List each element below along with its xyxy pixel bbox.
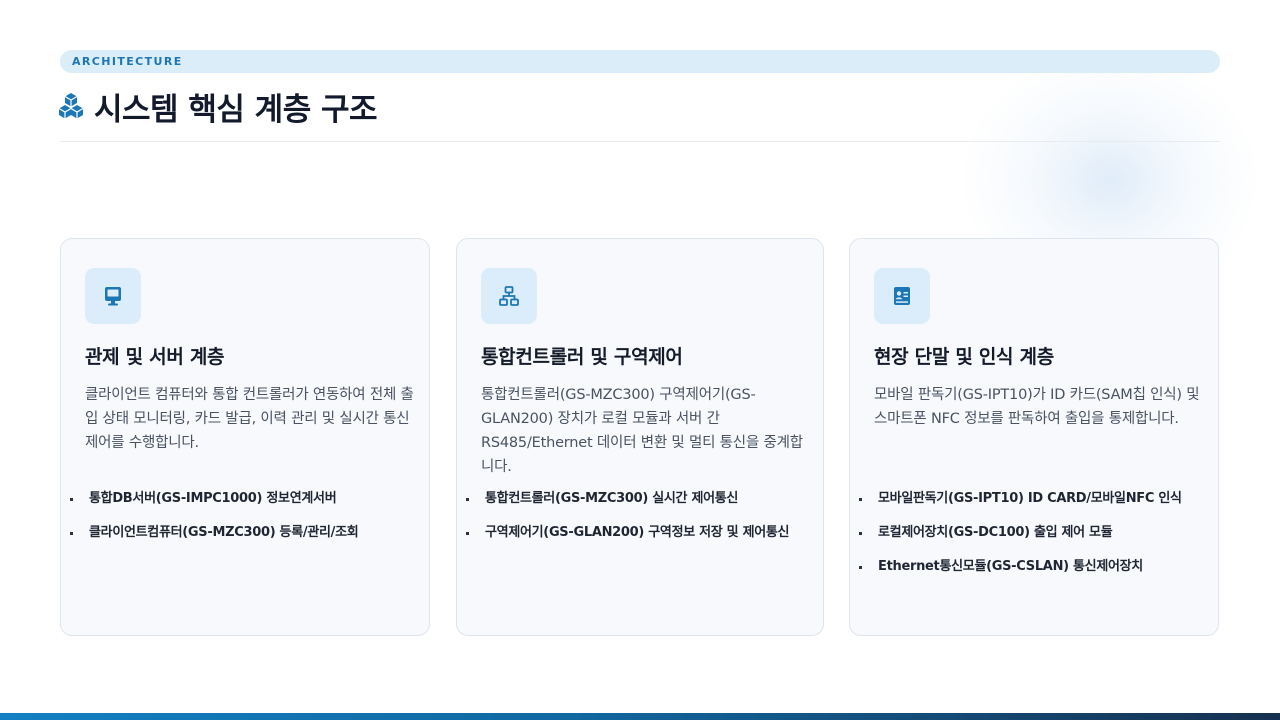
card-description: 클라이언트 컴퓨터와 통합 컨트롤러가 연동하여 전체 출입 상태 모니터링, … <box>85 387 414 451</box>
network-icon <box>499 286 519 306</box>
card-title: 통합컨트롤러 및 구역제어 <box>481 346 683 368</box>
bullet-list: 모바일판독기(GS-IPT10) ID CARD/모바일NFC 인식 로컬제어장… <box>858 487 1182 589</box>
id-card-icon <box>894 287 910 305</box>
bottom-accent-bar <box>0 713 1280 720</box>
bullet-list: 통합컨트롤러(GS-MZC300) 실시간 제어통신 구역제어기(GS-GLAN… <box>465 487 790 555</box>
list-item: 구역제어기(GS-GLAN200) 구역정보 저장 및 제어통신 <box>465 521 790 555</box>
card-description: 통합컨트롤러(GS-MZC300) 구역제어기(GS-GLAN200) 장치가 … <box>481 387 803 475</box>
list-item: 로컬제어장치(GS-DC100) 출입 제어 모듈 <box>858 521 1182 555</box>
cubes-icon <box>58 93 84 119</box>
page-header: 시스템 핵심 계층 구조 <box>58 86 378 128</box>
bullet-list: 통합DB서버(GS-IMPC1000) 정보연계서버 클라이언트컴퓨터(GS-M… <box>69 487 359 555</box>
list-item: 통합DB서버(GS-IMPC1000) 정보연계서버 <box>69 487 358 521</box>
section-eyebrow: ARCHITECTURE <box>60 50 1220 73</box>
page-title: 시스템 핵심 계층 구조 <box>94 91 378 128</box>
desktop-icon <box>105 287 121 306</box>
list-item: 클라이언트컴퓨터(GS-MZC300) 등록/관리/조회 <box>69 521 359 555</box>
card-description: 모바일 판독기(GS-IPT10)가 ID 카드(SAM칩 인식) 및 스마트폰… <box>874 387 1200 427</box>
card-icon-box <box>85 268 141 324</box>
card-server-layer: 관제 및 서버 계층 클라이언트 컴퓨터와 통합 컨트롤러가 연동하여 전체 출… <box>60 238 430 636</box>
header-divider <box>60 141 1220 142</box>
card-icon-box <box>874 268 930 324</box>
list-item: Ethernet통신모듈(GS-CSLAN) 통신제어장치 <box>858 555 1182 589</box>
card-title: 관제 및 서버 계층 <box>85 346 225 368</box>
eyebrow-label: ARCHITECTURE <box>72 55 183 68</box>
card-controller-layer: 통합컨트롤러 및 구역제어 통합컨트롤러(GS-MZC300) 구역제어기(GS… <box>456 238 824 636</box>
list-item: 통합컨트롤러(GS-MZC300) 실시간 제어통신 <box>465 487 789 521</box>
card-icon-box <box>481 268 537 324</box>
list-item: 모바일판독기(GS-IPT10) ID CARD/모바일NFC 인식 <box>858 487 1182 521</box>
card-terminal-layer: 현장 단말 및 인식 계층 모바일 판독기(GS-IPT10)가 ID 카드(S… <box>849 238 1219 636</box>
card-title: 현장 단말 및 인식 계층 <box>874 346 1054 368</box>
